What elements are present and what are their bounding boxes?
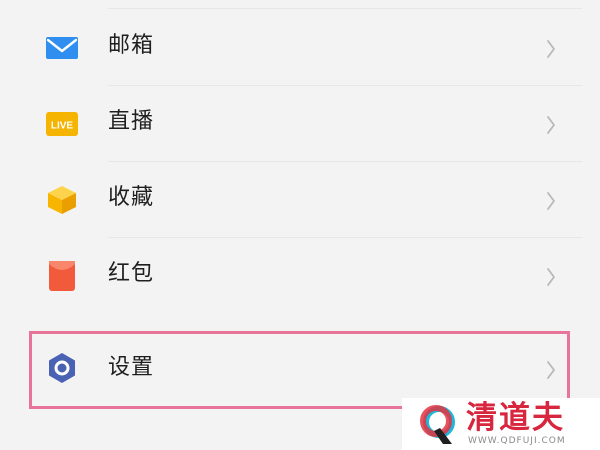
top-divider (108, 8, 582, 9)
watermark-url: WWW.QDFUJI.COM (468, 436, 566, 446)
settings-menu-list: 邮箱 LIVE 直播 收藏 红包 设置 (0, 0, 600, 450)
red-envelope-icon (49, 261, 75, 291)
menu-item-label: 直播 (108, 109, 155, 134)
watermark-brand: 清道夫 (466, 400, 565, 436)
chevron-right-icon (547, 268, 555, 286)
live-badge-icon: LIVE (46, 112, 78, 136)
menu-item-live[interactable]: LIVE 直播 (0, 86, 600, 162)
menu-item-favorites[interactable]: 收藏 (0, 162, 600, 238)
menu-item-label: 收藏 (108, 185, 155, 210)
chevron-right-icon (547, 192, 555, 210)
menu-item-red-packet[interactable]: 红包 (0, 238, 600, 314)
envelope-icon (46, 37, 78, 59)
cube-icon (48, 186, 76, 214)
menu-item-label: 设置 (108, 355, 155, 380)
chevron-right-icon (547, 361, 555, 379)
menu-item-settings[interactable]: 设置 (0, 334, 600, 406)
chevron-right-icon (547, 40, 555, 58)
watermark: 清道夫 WWW.QDFUJI.COM (402, 398, 600, 450)
menu-item-mailbox[interactable]: 邮箱 (0, 10, 600, 86)
hexagon-gear-icon (49, 353, 75, 383)
chevron-right-icon (547, 116, 555, 134)
menu-item-label: 红包 (108, 261, 155, 286)
live-badge-text: LIVE (51, 121, 74, 132)
menu-item-label: 邮箱 (108, 33, 155, 58)
brand-logo-icon (420, 405, 455, 444)
